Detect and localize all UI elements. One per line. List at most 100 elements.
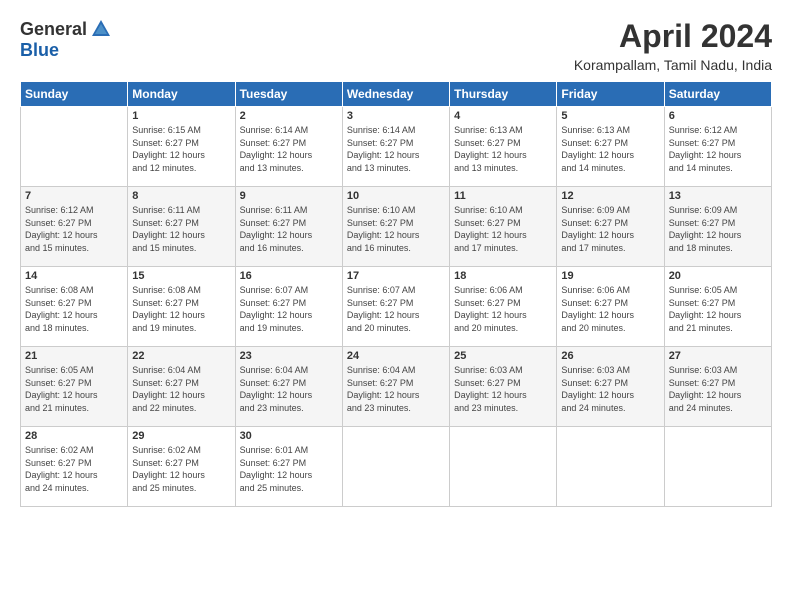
day-info: Sunrise: 6:01 AM Sunset: 6:27 PM Dayligh… [240,444,338,494]
page: General Blue April 2024 Korampallam, Tam… [0,0,792,612]
day-number: 2 [240,110,338,122]
table-row: 2 Sunrise: 6:14 AM Sunset: 6:27 PM Daylig… [235,107,342,187]
header-monday: Monday [128,82,235,107]
day-info: Sunrise: 6:14 AM Sunset: 6:27 PM Dayligh… [240,124,338,174]
table-row: 26 Sunrise: 6:03 AM Sunset: 6:27 PM Dayli… [557,347,664,427]
table-row: 9 Sunrise: 6:11 AM Sunset: 6:27 PM Daylig… [235,187,342,267]
table-row: 25 Sunrise: 6:03 AM Sunset: 6:27 PM Dayli… [450,347,557,427]
day-info: Sunrise: 6:03 AM Sunset: 6:27 PM Dayligh… [561,364,659,414]
table-row: 18 Sunrise: 6:06 AM Sunset: 6:27 PM Dayli… [450,267,557,347]
day-info: Sunrise: 6:06 AM Sunset: 6:27 PM Dayligh… [454,284,552,334]
table-row: 28 Sunrise: 6:02 AM Sunset: 6:27 PM Dayli… [21,427,128,507]
table-row: 10Sunrise: 6:10 AM Sunset: 6:27 PM Dayli… [342,187,449,267]
day-info: Sunrise: 6:08 AM Sunset: 6:27 PM Dayligh… [132,284,230,334]
day-number: 3 [347,110,445,122]
table-row: 8 Sunrise: 6:11 AM Sunset: 6:27 PM Daylig… [128,187,235,267]
header-sunday: Sunday [21,82,128,107]
table-row: 14Sunrise: 6:08 AM Sunset: 6:27 PM Dayli… [21,267,128,347]
logo: General Blue [20,18,112,61]
table-row: 7 Sunrise: 6:12 AM Sunset: 6:27 PM Daylig… [21,187,128,267]
header-friday: Friday [557,82,664,107]
table-row: 6Sunrise: 6:12 AM Sunset: 6:27 PM Daylig… [664,107,771,187]
table-row: 11 Sunrise: 6:10 AM Sunset: 6:27 PM Dayli… [450,187,557,267]
day-number: 4 [454,110,552,122]
table-row: 15 Sunrise: 6:08 AM Sunset: 6:27 PM Dayli… [128,267,235,347]
table-row: 4 Sunrise: 6:13 AM Sunset: 6:27 PM Daylig… [450,107,557,187]
table-row: 29Sunrise: 6:02 AM Sunset: 6:27 PM Dayli… [128,427,235,507]
day-info: Sunrise: 6:13 AM Sunset: 6:27 PM Dayligh… [454,124,552,174]
table-row: 1 Sunrise: 6:15 AM Sunset: 6:27 PM Daylig… [128,107,235,187]
day-info: Sunrise: 6:02 AM Sunset: 6:27 PM Dayligh… [25,444,123,494]
calendar-table: Sunday Monday Tuesday Wednesday Thursday… [20,81,772,507]
day-number: 13 [669,190,767,202]
day-number: 19 [561,270,659,282]
day-info: Sunrise: 6:10 AM Sunset: 6:27 PM Dayligh… [454,204,552,254]
table-row: 23 Sunrise: 6:04 AM Sunset: 6:27 PM Dayli… [235,347,342,427]
day-number: 22 [132,350,230,362]
day-info: Sunrise: 6:03 AM Sunset: 6:27 PM Dayligh… [454,364,552,414]
day-number: 30 [240,430,338,442]
header-tuesday: Tuesday [235,82,342,107]
logo-general-text: General [20,19,87,40]
day-info: Sunrise: 6:10 AM Sunset: 6:27 PM Dayligh… [347,204,445,254]
table-row: 12 Sunrise: 6:09 AM Sunset: 6:27 PM Dayli… [557,187,664,267]
calendar-week-row: 14 Sunrise: 6:08 AM Sunset: 6:27 PM Dayli… [21,267,772,347]
day-info: Sunrise: 6:05 AM Sunset: 6:27 PM Dayligh… [25,364,123,414]
day-info: Sunrise: 6:15 AM Sunset: 6:27 PM Dayligh… [132,124,230,174]
day-number: 18 [454,270,552,282]
day-info: Sunrise: 6:04 AM Sunset: 6:27 PM Dayligh… [132,364,230,414]
table-row: 16Sunrise: 6:07 AM Sunset: 6:27 PM Dayli… [235,267,342,347]
table-row: 21 Sunrise: 6:05 AM Sunset: 6:27 PM Dayli… [21,347,128,427]
day-number: 6 [669,110,767,122]
table-row: 20Sunrise: 6:05 AM Sunset: 6:27 PM Dayli… [664,267,771,347]
table-row: 19Sunrise: 6:06 AM Sunset: 6:27 PM Dayli… [557,267,664,347]
day-number: 23 [240,350,338,362]
day-number: 12 [561,190,659,202]
day-number: 29 [132,430,230,442]
day-number: 20 [669,270,767,282]
calendar-week-row: 1 Sunrise: 6:15 AM Sunset: 6:27 PM Daylig… [21,107,772,187]
day-info: Sunrise: 6:12 AM Sunset: 6:27 PM Dayligh… [25,204,123,254]
day-number: 1 [132,110,230,122]
day-number: 24 [347,350,445,362]
day-info: Sunrise: 6:07 AM Sunset: 6:27 PM Dayligh… [347,284,445,334]
calendar-week-row: 7 Sunrise: 6:12 AM Sunset: 6:27 PM Daylig… [21,187,772,267]
location: Korampallam, Tamil Nadu, India [574,57,772,73]
day-info: Sunrise: 6:04 AM Sunset: 6:27 PM Dayligh… [240,364,338,414]
table-row [557,427,664,507]
day-number: 27 [669,350,767,362]
day-info: Sunrise: 6:14 AM Sunset: 6:27 PM Dayligh… [347,124,445,174]
day-number: 26 [561,350,659,362]
table-row: 17 Sunrise: 6:07 AM Sunset: 6:27 PM Dayli… [342,267,449,347]
day-number: 25 [454,350,552,362]
day-info: Sunrise: 6:03 AM Sunset: 6:27 PM Dayligh… [669,364,767,414]
day-number: 7 [25,190,123,202]
calendar-week-row: 21 Sunrise: 6:05 AM Sunset: 6:27 PM Dayli… [21,347,772,427]
table-row: 3 Sunrise: 6:14 AM Sunset: 6:27 PM Daylig… [342,107,449,187]
day-number: 21 [25,350,123,362]
day-info: Sunrise: 6:09 AM Sunset: 6:27 PM Dayligh… [561,204,659,254]
table-row [21,107,128,187]
day-number: 15 [132,270,230,282]
day-number: 28 [25,430,123,442]
day-info: Sunrise: 6:09 AM Sunset: 6:27 PM Dayligh… [669,204,767,254]
calendar-header-row: Sunday Monday Tuesday Wednesday Thursday… [21,82,772,107]
table-row: 5Sunrise: 6:13 AM Sunset: 6:27 PM Daylig… [557,107,664,187]
day-number: 9 [240,190,338,202]
header-saturday: Saturday [664,82,771,107]
header-wednesday: Wednesday [342,82,449,107]
day-number: 8 [132,190,230,202]
day-number: 14 [25,270,123,282]
day-number: 11 [454,190,552,202]
day-info: Sunrise: 6:11 AM Sunset: 6:27 PM Dayligh… [132,204,230,254]
table-row: 27 Sunrise: 6:03 AM Sunset: 6:27 PM Dayli… [664,347,771,427]
title-block: April 2024 Korampallam, Tamil Nadu, Indi… [574,18,772,73]
day-info: Sunrise: 6:13 AM Sunset: 6:27 PM Dayligh… [561,124,659,174]
calendar-week-row: 28 Sunrise: 6:02 AM Sunset: 6:27 PM Dayli… [21,427,772,507]
month-title: April 2024 [574,18,772,55]
table-row [342,427,449,507]
day-number: 17 [347,270,445,282]
table-row: 13 Sunrise: 6:09 AM Sunset: 6:27 PM Dayli… [664,187,771,267]
table-row [450,427,557,507]
day-info: Sunrise: 6:11 AM Sunset: 6:27 PM Dayligh… [240,204,338,254]
